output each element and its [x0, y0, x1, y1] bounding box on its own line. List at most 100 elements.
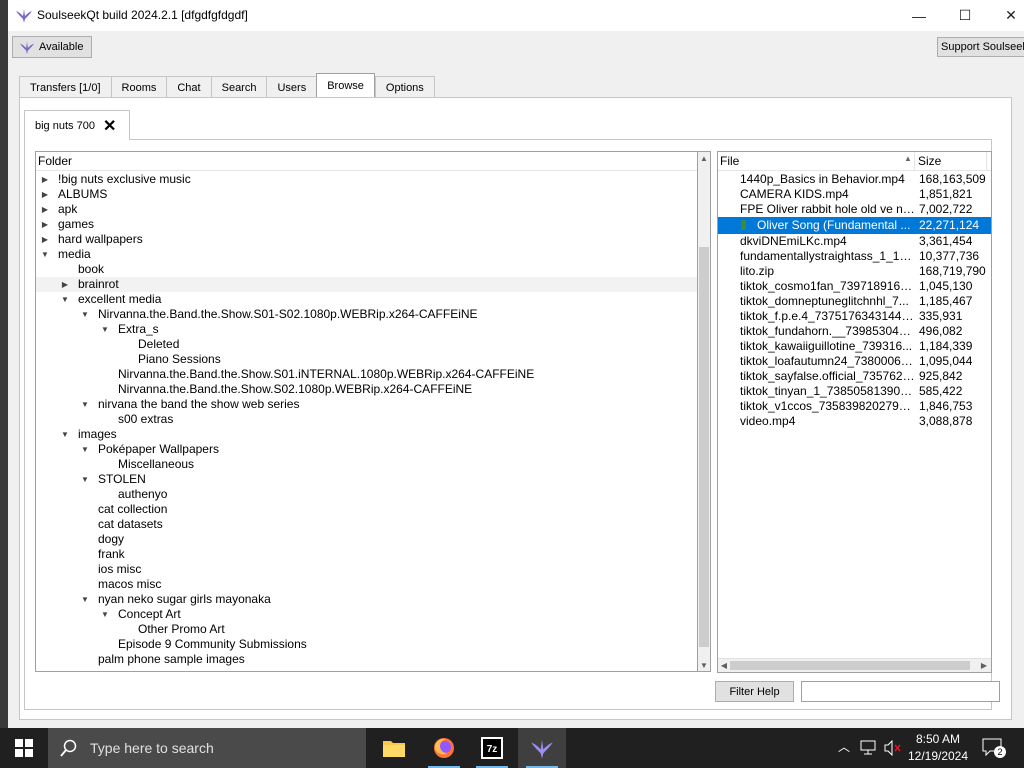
- expanded-caret-icon[interactable]: ▼: [80, 397, 90, 412]
- clock-time[interactable]: 8:50 AM: [908, 732, 968, 746]
- tab-search[interactable]: Search: [210, 76, 267, 98]
- collapsed-caret-icon[interactable]: ▶: [40, 202, 50, 217]
- expanded-caret-icon[interactable]: ▼: [60, 427, 70, 442]
- expanded-caret-icon[interactable]: ▼: [80, 307, 90, 322]
- file-row[interactable]: fundamentallystraightass_1_1_... 10,377,7…: [718, 249, 991, 264]
- collapsed-caret-icon[interactable]: ▶: [40, 232, 50, 247]
- folder-row[interactable]: cat collection: [36, 502, 697, 517]
- folder-row[interactable]: ios misc: [36, 562, 697, 577]
- file-row[interactable]: tiktok_fundahorn.__7398530439... 496,082: [718, 324, 991, 339]
- file-explorer-taskbar-button[interactable]: [370, 728, 418, 768]
- folder-row[interactable]: ▼ STOLEN: [36, 472, 697, 487]
- folder-row[interactable]: authenyo: [36, 487, 697, 502]
- file-row[interactable]: tiktok_loafautumn24_73800069... 1,095,044: [718, 354, 991, 369]
- scrollbar-thumb[interactable]: [699, 247, 709, 647]
- column-divider[interactable]: [986, 152, 987, 171]
- collapsed-caret-icon[interactable]: ▶: [40, 187, 50, 202]
- file-row[interactable]: FPE Oliver rabbit hole old ve ne... 7,002…: [718, 202, 991, 217]
- filter-input[interactable]: [801, 681, 1000, 702]
- file-row[interactable]: tiktok_domneptuneglitchnhl_7... 1,185,467: [718, 294, 991, 309]
- folder-row[interactable]: ▶ ALBUMS: [36, 187, 697, 202]
- soulseek-taskbar-button[interactable]: [518, 728, 566, 768]
- tab-transfers[interactable]: Transfers [1/0]: [19, 76, 111, 98]
- tab-rooms[interactable]: Rooms: [110, 76, 167, 98]
- folder-row[interactable]: ▶ hard wallpapers: [36, 232, 697, 247]
- folder-row[interactable]: Miscellaneous: [36, 457, 697, 472]
- user-tab[interactable]: big nuts 700 ✕: [24, 110, 130, 140]
- file-row[interactable]: tiktok_tinyan_1_7385058139067... 585,422: [718, 384, 991, 399]
- folder-row[interactable]: ▼ nirvana the band the show web series: [36, 397, 697, 412]
- title-bar[interactable]: SoulseekQt build 2024.2.1 [dfgdfgfdgdf] …: [8, 0, 1024, 31]
- folder-row[interactable]: Nirvanna.the.Band.the.Show.S02.1080p.WEB…: [36, 382, 697, 397]
- file-row[interactable]: tiktok_cosmo1fan_7397189160... 1,045,130: [718, 279, 991, 294]
- folder-row[interactable]: ▼ Nirvanna.the.Band.the.Show.S01-S02.1080…: [36, 307, 697, 322]
- file-row[interactable]: video.mp4 3,088,878: [718, 414, 991, 429]
- chevron-up-icon[interactable]: ︿: [838, 738, 850, 755]
- status-available-button[interactable]: Available: [12, 36, 92, 58]
- maximize-button[interactable]: ☐: [942, 0, 988, 31]
- file-row[interactable]: 1440p_Basics in Behavior.mp4 168,163,509: [718, 172, 991, 187]
- collapsed-caret-icon[interactable]: ▶: [60, 277, 70, 292]
- expanded-caret-icon[interactable]: ▼: [100, 322, 110, 337]
- folder-column-header[interactable]: Folder: [36, 152, 697, 171]
- file-row[interactable]: tiktok_v1ccos_73583982027998... 1,846,753: [718, 399, 991, 414]
- filter-help-button[interactable]: Filter Help: [715, 681, 794, 702]
- file-row[interactable]: Oliver Song (Fundamental ... 22,271,124: [718, 217, 991, 234]
- collapsed-caret-icon[interactable]: ▶: [40, 217, 50, 232]
- folder-row[interactable]: Nirvanna.the.Band.the.Show.S01.iNTERNAL.…: [36, 367, 697, 382]
- scroll-up-arrow-icon[interactable]: ▲: [698, 152, 710, 165]
- volume-muted-icon[interactable]: [884, 740, 902, 756]
- scrollbar-thumb[interactable]: [730, 661, 970, 670]
- tab-chat[interactable]: Chat: [166, 76, 211, 98]
- folder-row[interactable]: ▼ Poképaper Wallpapers: [36, 442, 697, 457]
- folder-row[interactable]: frank: [36, 547, 697, 562]
- folder-row[interactable]: ▼ media: [36, 247, 697, 262]
- tab-users[interactable]: Users: [266, 76, 317, 98]
- file-row[interactable]: tiktok_kawaiiguillotine_739316... 1,184,3…: [718, 339, 991, 354]
- folder-row[interactable]: ▼ nyan neko sugar girls mayonaka: [36, 592, 697, 607]
- close-user-tab-icon[interactable]: ✕: [103, 116, 116, 136]
- folder-row[interactable]: ▶ brainrot: [36, 277, 697, 292]
- folder-row[interactable]: Episode 9 Community Submissions: [36, 637, 697, 652]
- file-row[interactable]: tiktok_sayfalse.official_7357624... 925,8…: [718, 369, 991, 384]
- folder-row[interactable]: Other Promo Art: [36, 622, 697, 637]
- network-icon[interactable]: [860, 740, 878, 756]
- tab-options[interactable]: Options: [374, 76, 435, 98]
- clock-date[interactable]: 12/19/2024: [906, 749, 970, 763]
- scroll-down-arrow-icon[interactable]: ▼: [698, 659, 710, 672]
- expanded-caret-icon[interactable]: ▼: [80, 472, 90, 487]
- start-button[interactable]: [0, 728, 48, 768]
- folder-row[interactable]: cat datasets: [36, 517, 697, 532]
- expanded-caret-icon[interactable]: ▼: [80, 592, 90, 607]
- file-row[interactable]: tiktok_f.p.e.4_737517634314477... 335,931: [718, 309, 991, 324]
- column-divider[interactable]: [914, 152, 915, 171]
- scroll-right-arrow-icon[interactable]: ▶: [978, 659, 990, 672]
- tab-browse[interactable]: Browse: [316, 73, 375, 97]
- notification-center-button[interactable]: 2: [982, 738, 1006, 758]
- close-button[interactable]: ✕: [988, 0, 1024, 31]
- folder-vertical-scrollbar[interactable]: ▲ ▼: [698, 151, 711, 672]
- file-horizontal-scrollbar[interactable]: ◀ ▶: [718, 658, 991, 672]
- folder-row[interactable]: Deleted: [36, 337, 697, 352]
- minimize-button[interactable]: —: [896, 0, 942, 31]
- support-soulseek-button[interactable]: Support Soulseek: [937, 37, 1024, 57]
- file-row[interactable]: CAMERA KIDS.mp4 1,851,821: [718, 187, 991, 202]
- scroll-left-arrow-icon[interactable]: ◀: [718, 659, 730, 672]
- folder-row[interactable]: Piano Sessions: [36, 352, 697, 367]
- expanded-caret-icon[interactable]: ▼: [60, 292, 70, 307]
- 7zip-taskbar-button[interactable]: 7z: [468, 728, 516, 768]
- folder-row[interactable]: book: [36, 262, 697, 277]
- taskbar-search-box[interactable]: Type here to search: [48, 728, 366, 768]
- expanded-caret-icon[interactable]: ▼: [100, 607, 110, 622]
- folder-row[interactable]: macos misc: [36, 577, 697, 592]
- collapsed-caret-icon[interactable]: ▶: [40, 172, 50, 187]
- expanded-caret-icon[interactable]: ▼: [80, 442, 90, 457]
- file-row[interactable]: lito.zip 168,719,790: [718, 264, 991, 279]
- folder-row[interactable]: ▼ excellent media: [36, 292, 697, 307]
- folder-row[interactable]: ▶ !big nuts exclusive music: [36, 172, 697, 187]
- folder-row[interactable]: ▼ Extra_s: [36, 322, 697, 337]
- folder-row[interactable]: ▶ games: [36, 217, 697, 232]
- folder-row[interactable]: ▼ Concept Art: [36, 607, 697, 622]
- folder-row[interactable]: ▶ apk: [36, 202, 697, 217]
- file-column-header[interactable]: File: [720, 154, 739, 168]
